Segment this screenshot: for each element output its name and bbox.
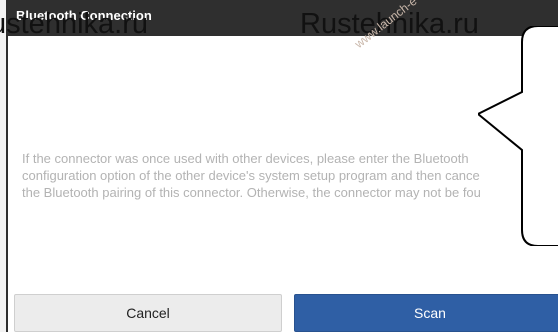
dialog-message: If the connector was once used with othe… bbox=[22, 150, 542, 201]
scan-button[interactable]: Scan bbox=[294, 294, 558, 332]
cancel-button[interactable]: Cancel bbox=[14, 294, 282, 332]
watermark-left: ustehnika.ru bbox=[0, 8, 148, 40]
screen: Bluetooth Connection If the connector wa… bbox=[0, 0, 558, 332]
bluetooth-dialog: Bluetooth Connection If the connector wa… bbox=[6, 0, 558, 332]
message-line-1: If the connector was once used with othe… bbox=[22, 151, 469, 166]
message-line-2: configuration option of the other device… bbox=[22, 168, 480, 183]
message-line-3: the Bluetooth pairing of this connector.… bbox=[22, 185, 481, 200]
callout-bubble-overlay bbox=[478, 26, 558, 246]
dialog-button-row: Cancel Scan bbox=[8, 288, 558, 332]
